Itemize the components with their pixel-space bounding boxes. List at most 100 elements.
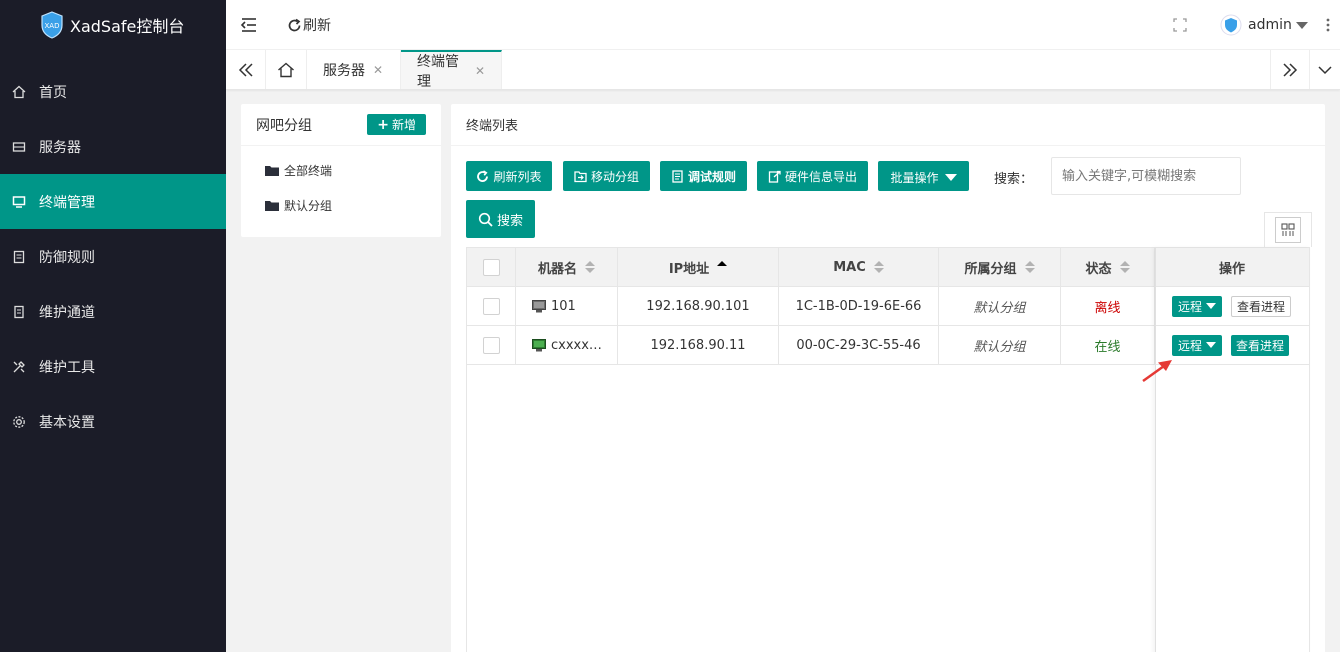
- refresh-label: 刷新: [303, 18, 331, 34]
- column-label: 所属分组: [964, 261, 1017, 277]
- sidebar-item-channel[interactable]: 维护通道: [0, 284, 226, 339]
- search-input[interactable]: [1051, 157, 1241, 195]
- sidebar-item-label: 终端管理: [39, 194, 95, 211]
- folder-icon: [265, 201, 279, 211]
- debug-rules-button[interactable]: 调试规则: [660, 161, 747, 191]
- batch-ops-button[interactable]: 批量操作: [878, 161, 969, 191]
- row-checkbox[interactable]: [482, 297, 500, 315]
- app-title: XadSafe控制台: [70, 17, 185, 36]
- column-header-group[interactable]: 所属分组: [939, 248, 1061, 286]
- column-filter-button[interactable]: [1264, 212, 1312, 247]
- batch-ops-label: 批量操作: [890, 170, 939, 185]
- mac-cell: 00-0C-29-3C-55-46: [779, 326, 939, 364]
- search-button-label: 搜索: [496, 213, 523, 229]
- column-header-ip[interactable]: IP地址: [618, 248, 779, 286]
- machine-name: cxxxx…: [551, 337, 602, 353]
- terminal-panel-header: 终端列表: [451, 104, 1325, 146]
- sidebar-item-label: 防御规则: [39, 249, 95, 266]
- terminal-table: 机器名 IP地址 MAC 所属分组 状态 操作 101 192.168.90.1…: [466, 247, 1310, 652]
- column-header-mac[interactable]: MAC: [779, 248, 939, 286]
- sidebar-item-label: 基本设置: [39, 414, 95, 431]
- sidebar-nav: 首页 服务器 终端管理 防御规则 维护通道 维护工具 基本设置: [0, 64, 226, 449]
- row-checkbox[interactable]: [482, 336, 500, 354]
- refresh-icon: [288, 18, 301, 31]
- sidebar-item-settings[interactable]: 基本设置: [0, 394, 226, 449]
- tab-scroll-right-button[interactable]: [1270, 50, 1310, 89]
- menu-fold-icon: [240, 18, 256, 32]
- sidebar-item-label: 维护工具: [39, 359, 95, 376]
- annotation-arrow-icon: [1142, 360, 1172, 383]
- refresh-button[interactable]: 刷新: [287, 0, 331, 50]
- shield-logo-icon: XAD: [41, 11, 63, 39]
- fullscreen-button[interactable]: [1173, 0, 1187, 50]
- sort-icon[interactable]: [1119, 261, 1130, 273]
- terminal-panel: 终端列表 刷新列表 移动分组 调试规则 硬件信息导出 批量操作 搜索： 搜索 机…: [451, 104, 1325, 652]
- sort-ascending-icon[interactable]: [717, 261, 728, 273]
- fixed-actions-column: [1155, 248, 1310, 652]
- group-panel-header: 网吧分组 + 新增: [241, 104, 441, 146]
- column-label: IP地址: [668, 261, 710, 277]
- gear-icon: [10, 413, 28, 431]
- svg-text:XAD: XAD: [45, 22, 60, 30]
- sidebar-item-rules[interactable]: 防御规则: [0, 229, 226, 284]
- tab-server[interactable]: 服务器 ✕: [307, 50, 401, 89]
- avatar: [1220, 14, 1242, 36]
- columns-icon: [1275, 217, 1301, 243]
- search-button[interactable]: 搜索: [466, 200, 535, 238]
- move-group-button[interactable]: 移动分组: [563, 161, 650, 191]
- fullscreen-icon: [1173, 18, 1187, 32]
- tab-scroll-left-button[interactable]: [226, 50, 266, 89]
- sort-icon[interactable]: [585, 261, 595, 273]
- add-group-label: 新增: [391, 118, 416, 132]
- refresh-list-button[interactable]: 刷新列表: [466, 161, 552, 191]
- user-name: admin: [1248, 17, 1292, 33]
- user-menu[interactable]: admin: [1220, 0, 1308, 50]
- menu-toggle-button[interactable]: [240, 0, 258, 50]
- folder-icon: [265, 166, 279, 176]
- double-chevron-left-icon: [238, 62, 253, 77]
- machine-name-cell: 101: [516, 287, 618, 325]
- tab-terminal[interactable]: 终端管理 ✕: [401, 50, 502, 90]
- sidebar-item-tools[interactable]: 维护工具: [0, 339, 226, 394]
- online-computer-icon: [532, 338, 546, 351]
- group-panel: 网吧分组 + 新增 全部终端 默认分组: [241, 104, 441, 237]
- sidebar-item-server[interactable]: 服务器: [0, 119, 226, 174]
- status-badge: 离线: [1061, 287, 1155, 325]
- row-select-cell: [467, 287, 516, 325]
- close-icon[interactable]: ✕: [475, 64, 485, 78]
- chevron-down-icon: [1295, 21, 1308, 29]
- channel-icon: [10, 303, 28, 321]
- script-icon: [672, 169, 683, 183]
- select-all-checkbox[interactable]: [482, 258, 500, 276]
- column-header-status[interactable]: 状态: [1061, 248, 1155, 286]
- chevron-down-icon: [1318, 65, 1332, 74]
- search-label: 搜索：: [994, 172, 1034, 187]
- top-header: 刷新 admin: [226, 0, 1340, 50]
- export-hardware-button[interactable]: 硬件信息导出: [757, 161, 868, 191]
- ip-cell: 192.168.90.11: [618, 326, 779, 364]
- sidebar-item-home[interactable]: 首页: [0, 64, 226, 119]
- close-icon[interactable]: ✕: [373, 63, 383, 77]
- sidebar-item-label: 首页: [39, 84, 67, 101]
- terminal-panel-title: 终端列表: [466, 119, 519, 134]
- tab-dropdown-button[interactable]: [1310, 50, 1340, 89]
- column-header-name[interactable]: 机器名: [516, 248, 618, 286]
- move-group-label: 移动分组: [590, 169, 639, 184]
- app-logo[interactable]: XAD XadSafe控制台: [0, 0, 226, 50]
- home-icon: [10, 83, 28, 101]
- ip-cell: 192.168.90.101: [618, 287, 779, 325]
- home-icon: [278, 62, 294, 77]
- sidebar: XAD XadSafe控制台 首页 服务器 终端管理 防御规则 维护通道 维护工…: [0, 0, 226, 652]
- tab-label: 服务器: [323, 62, 365, 79]
- add-group-button[interactable]: + 新增: [367, 114, 426, 135]
- sort-icon[interactable]: [873, 261, 884, 273]
- group-panel-title: 网吧分组: [256, 117, 312, 134]
- tree-item-default[interactable]: 默认分组: [241, 188, 441, 223]
- sidebar-item-terminal[interactable]: 终端管理: [0, 174, 226, 229]
- more-button[interactable]: [1326, 0, 1330, 50]
- tree-item-all[interactable]: 全部终端: [241, 153, 441, 188]
- tab-label: 终端管理: [417, 53, 459, 90]
- row-select-cell: [467, 326, 516, 364]
- tab-home[interactable]: [266, 50, 307, 89]
- sort-icon[interactable]: [1024, 261, 1035, 273]
